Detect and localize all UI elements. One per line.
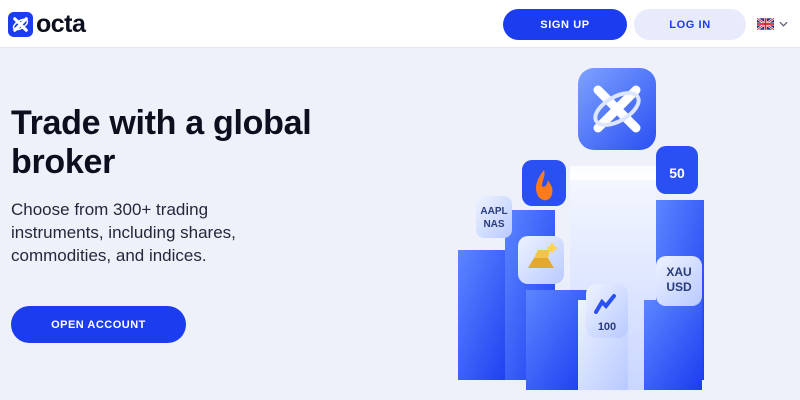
octa-logo-icon — [8, 11, 33, 37]
hero-title: Trade with a global broker — [11, 104, 312, 181]
octa-logo-tile — [578, 68, 656, 150]
column-top — [570, 166, 656, 180]
fire-icon — [522, 160, 566, 206]
svg-text:100: 100 — [598, 321, 616, 333]
chevron-down-icon — [779, 21, 788, 27]
logo-text: octa — [36, 9, 86, 38]
hero-subtitle: Choose from 300+ trading instruments, in… — [11, 200, 236, 265]
svg-text:AAPL: AAPL — [480, 206, 507, 217]
language-selector[interactable] — [757, 15, 795, 33]
svg-text:XAU: XAU — [666, 265, 691, 279]
svg-text:USD: USD — [666, 280, 692, 294]
gold-bars-icon — [518, 236, 564, 284]
fifty-tile: 50 — [656, 146, 698, 194]
top-navbar: octa SIGN UP LOG IN — [0, 0, 800, 48]
uk-flag-icon — [757, 18, 774, 30]
brand-logo[interactable]: octa — [8, 9, 86, 38]
column — [644, 300, 702, 390]
xau-usd-tile: XAU USD — [656, 256, 702, 306]
aapl-nas-tile: AAPL NAS — [476, 196, 512, 238]
sign-up-button[interactable]: SIGN UP — [503, 9, 627, 40]
hero-illustration: AAPL NAS 50 XAU USD 100 — [430, 68, 730, 400]
open-account-button[interactable]: OPEN ACCOUNT — [11, 306, 186, 343]
column — [458, 250, 512, 380]
svg-text:NAS: NAS — [483, 219, 504, 230]
svg-text:50: 50 — [669, 165, 685, 181]
log-in-button[interactable]: LOG IN — [634, 9, 746, 40]
hundred-tile: 100 — [586, 284, 628, 338]
